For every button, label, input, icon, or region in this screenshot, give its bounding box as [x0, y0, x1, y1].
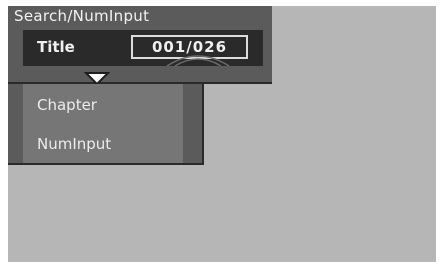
menu-item-numinput[interactable]: NumInput — [37, 135, 111, 153]
search-menu-panel: Search/NumInput Title 001/026 — [8, 6, 272, 86]
title-label: Title — [37, 38, 75, 56]
submenu-panel: Chapter NumInput — [8, 84, 204, 165]
title-row[interactable]: Title 001/026 — [23, 30, 263, 66]
submenu-list: Chapter NumInput — [23, 84, 183, 163]
menu-title: Search/NumInput — [14, 7, 150, 25]
display-screen: Search/NumInput Title 001/026 Chapter Nu… — [8, 6, 436, 262]
menu-item-chapter[interactable]: Chapter — [37, 96, 97, 114]
arc-decoration-icon — [166, 55, 230, 66]
